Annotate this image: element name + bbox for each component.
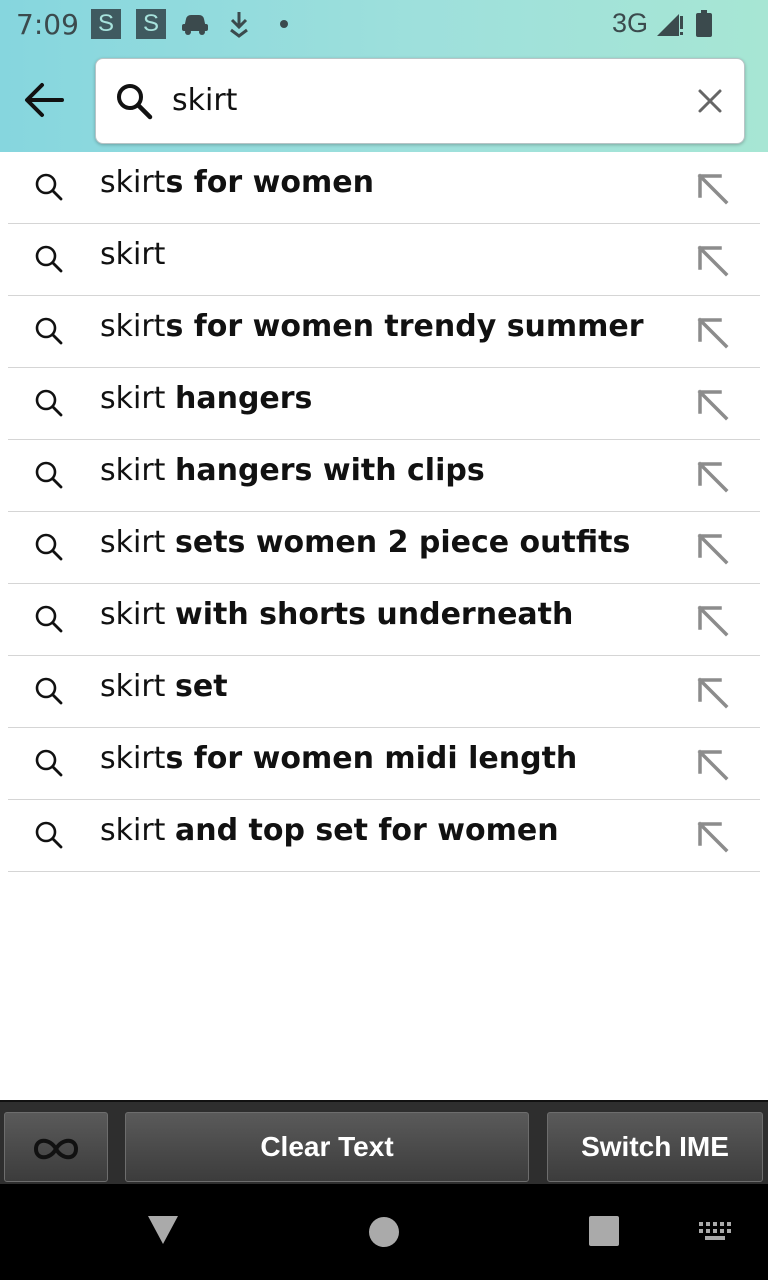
suggestion-completion: s for women — [165, 165, 374, 200]
search-icon — [34, 172, 64, 206]
suggestion-text: skirts for women trendy summer — [100, 309, 644, 344]
suggestion-completion: with shorts underneath — [174, 597, 574, 632]
square-icon[interactable] — [589, 1216, 619, 1250]
infinity-icon — [30, 1131, 82, 1162]
arrow-up-left-icon[interactable] — [692, 312, 732, 356]
suggestion-text: skirt sets women 2 piece outfits — [100, 525, 630, 560]
suggestion-prefix: skirt — [100, 813, 175, 848]
search-input[interactable] — [172, 75, 672, 125]
arrow-up-left-icon[interactable] — [692, 456, 732, 500]
suggestion-completion: set — [174, 669, 228, 704]
suggestion-text: skirts for women — [100, 165, 374, 200]
arrow-up-left-icon[interactable] — [692, 528, 732, 572]
search-icon — [34, 388, 64, 422]
suggestion-text: skirt hangers — [100, 381, 312, 416]
suggestion-prefix: skirt — [100, 525, 175, 560]
suggestion-row[interactable]: skirts for women trendy summer — [8, 296, 760, 368]
status-bar: 7:09 S S 3G — [0, 0, 768, 48]
search-icon — [34, 676, 64, 710]
suggestion-prefix: skirt — [100, 453, 175, 488]
arrow-up-left-icon[interactable] — [692, 168, 732, 212]
suggestion-prefix: skirt — [100, 381, 175, 416]
switch-ime-button[interactable]: Switch IME — [547, 1112, 763, 1182]
download-arrow-icon — [227, 10, 251, 42]
search-icon — [34, 244, 64, 278]
suggestion-row[interactable]: skirts for women — [8, 152, 760, 224]
suggestion-row[interactable]: skirt sets women 2 piece outfits — [8, 512, 760, 584]
app-header: 7:09 S S 3G — [0, 0, 768, 152]
triangle-down-icon[interactable] — [146, 1214, 180, 1250]
suggestion-text: skirts for women midi length — [100, 741, 577, 776]
suggestion-completion: and top set for women — [174, 813, 559, 848]
search-icon — [34, 604, 64, 638]
notification-s-icon: S — [136, 9, 166, 39]
arrow-left-icon — [20, 83, 68, 126]
back-button[interactable] — [20, 78, 68, 122]
suggestion-row[interactable]: skirt — [8, 224, 760, 296]
suggestion-prefix: skirt — [100, 309, 166, 344]
notification-dot-icon — [280, 20, 288, 28]
status-time: 7:09 — [16, 8, 79, 41]
arrow-up-left-icon[interactable] — [692, 240, 732, 284]
arrow-up-left-icon[interactable] — [692, 816, 732, 860]
search-icon — [114, 81, 154, 125]
suggestion-completion: hangers — [174, 381, 313, 416]
search-icon — [34, 532, 64, 566]
signal-icon — [655, 10, 685, 42]
suggestion-text: skirt — [100, 237, 165, 272]
car-icon — [180, 10, 210, 40]
suggestion-text: skirt hangers with clips — [100, 453, 485, 488]
search-icon — [34, 316, 64, 350]
suggestion-completion: s for women midi length — [165, 741, 578, 776]
search-icon — [34, 460, 64, 494]
arrow-up-left-icon[interactable] — [692, 744, 732, 788]
battery-icon — [695, 10, 713, 42]
suggestion-list: skirts for women skirt skirts for women tr… — [0, 152, 768, 872]
suggestion-completion: s for women trendy summer — [165, 309, 644, 344]
suggestion-row[interactable]: skirt with shorts underneath — [8, 584, 760, 656]
search-icon — [34, 748, 64, 782]
suggestion-completion: hangers with clips — [174, 453, 485, 488]
search-bar[interactable] — [95, 58, 745, 144]
network-type: 3G — [612, 8, 649, 38]
ime-toolbar: Clear Text Switch IME — [0, 1100, 768, 1186]
suggestion-row[interactable]: skirt hangers with clips — [8, 440, 760, 512]
suggestion-row[interactable]: skirt set — [8, 656, 760, 728]
suggestion-prefix: skirt — [100, 597, 175, 632]
navigation-bar — [0, 1184, 768, 1280]
clear-text-button[interactable]: Clear Text — [125, 1112, 529, 1182]
suggestion-completion: sets women 2 piece outfits — [174, 525, 631, 560]
keyboard-icon[interactable] — [697, 1220, 733, 1246]
suggestion-row[interactable]: skirt hangers — [8, 368, 760, 440]
notification-s-icon: S — [91, 9, 121, 39]
suggestion-prefix: skirt — [100, 165, 166, 200]
search-icon — [34, 820, 64, 854]
suggestion-row[interactable]: skirt and top set for women — [8, 800, 760, 872]
infinity-button[interactable] — [4, 1112, 108, 1182]
suggestion-text: skirt and top set for women — [100, 813, 559, 848]
arrow-up-left-icon[interactable] — [692, 600, 732, 644]
suggestion-text: skirt set — [100, 669, 228, 704]
suggestion-prefix: skirt — [100, 237, 166, 272]
suggestion-row[interactable]: skirts for women midi length — [8, 728, 760, 800]
close-icon[interactable] — [696, 87, 724, 119]
arrow-up-left-icon[interactable] — [692, 672, 732, 716]
suggestion-prefix: skirt — [100, 741, 166, 776]
suggestion-prefix: skirt — [100, 669, 175, 704]
arrow-up-left-icon[interactable] — [692, 384, 732, 428]
circle-icon[interactable] — [368, 1216, 400, 1252]
suggestion-text: skirt with shorts underneath — [100, 597, 573, 632]
